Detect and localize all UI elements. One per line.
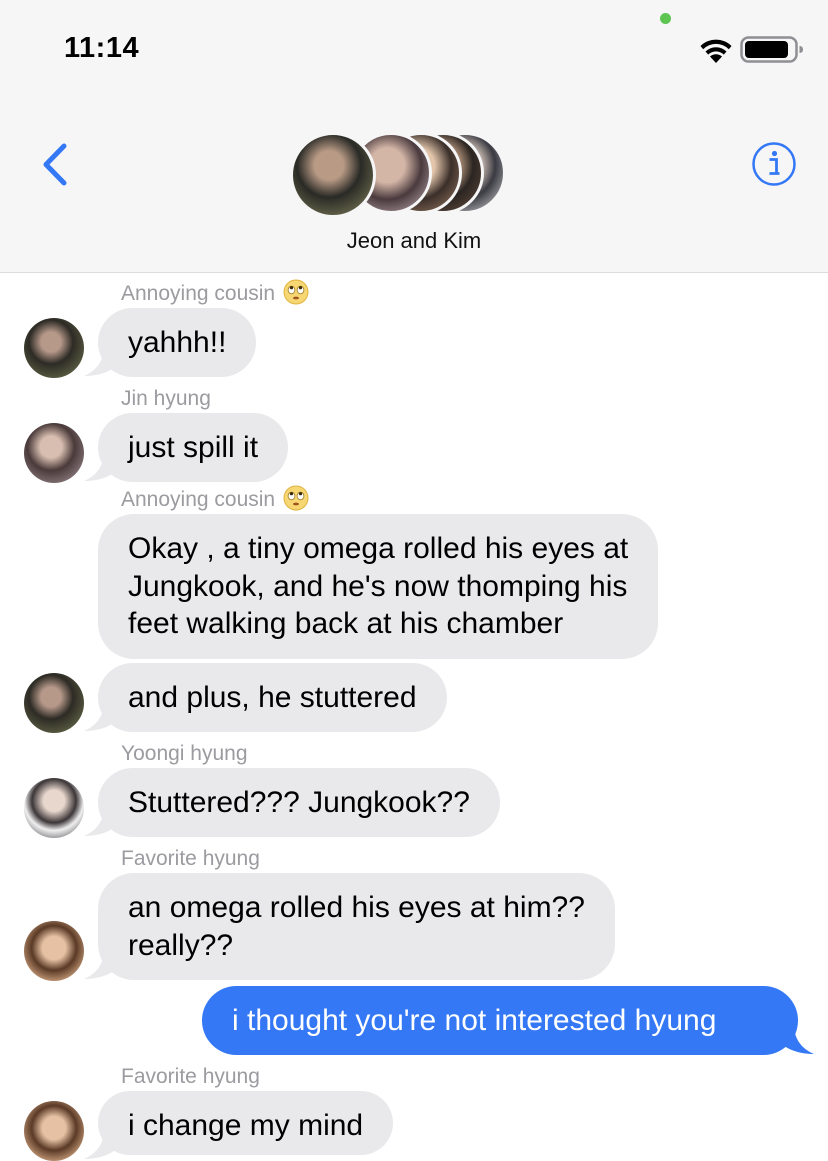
sender-name: Annoying cousin	[121, 485, 309, 514]
sender-avatar[interactable]	[24, 921, 84, 981]
group-avatar-stack[interactable]	[290, 132, 510, 218]
face-with-rolling-eyes-emoji-icon	[283, 279, 309, 305]
group-member-avatar	[290, 132, 376, 218]
wifi-icon	[700, 39, 732, 63]
sender-avatar[interactable]	[24, 778, 84, 838]
status-time: 11:14	[64, 32, 140, 64]
conversation-header: 11:14 Jeon and Kim	[0, 0, 828, 273]
sender-name: Favorite hyung	[121, 1065, 260, 1088]
group-name[interactable]: Jeon and Kim	[0, 228, 828, 254]
back-chevron-icon[interactable]	[36, 140, 76, 190]
face-with-rolling-eyes-emoji-icon	[283, 485, 309, 511]
battery-icon	[740, 36, 803, 63]
message-line: Okay , a tiny omega rolled his eyes at	[128, 532, 629, 565]
message-bubble[interactable]: and plus, he stuttered	[98, 663, 447, 732]
message-bubble[interactable]: Okay , a tiny omega rolled his eyes at J…	[98, 514, 659, 659]
sender-avatar[interactable]	[24, 318, 84, 378]
sender-name: Jin hyung	[121, 387, 211, 410]
message-bubble[interactable]: yahhh!!	[98, 308, 257, 377]
message-line: an omega rolled his eyes at him??	[128, 891, 585, 924]
message-line: really??	[128, 928, 234, 962]
sender-name: Yoongi hyung	[121, 742, 248, 765]
sender-avatar[interactable]	[24, 423, 84, 483]
message-line: feet walking back at his chamber	[128, 607, 564, 640]
message-bubble[interactable]: an omega rolled his eyes at him?? really…	[98, 873, 615, 980]
camera-indicator-icon	[660, 13, 671, 24]
sender-avatar[interactable]	[24, 673, 84, 733]
message-line: Jungkook, and he's now thomping his	[128, 569, 628, 603]
sender-name: Annoying cousin	[121, 279, 309, 308]
info-icon[interactable]	[751, 141, 797, 187]
message-bubble[interactable]: Stuttered??? Jungkook??	[98, 768, 500, 837]
sender-avatar[interactable]	[24, 1101, 84, 1161]
sender-name: Favorite hyung	[121, 847, 260, 870]
message-bubble[interactable]: i change my mind	[98, 1091, 394, 1155]
outgoing-message-bubble[interactable]: i thought you're not interested hyung	[202, 986, 798, 1055]
message-bubble[interactable]: just spill it	[98, 413, 289, 482]
